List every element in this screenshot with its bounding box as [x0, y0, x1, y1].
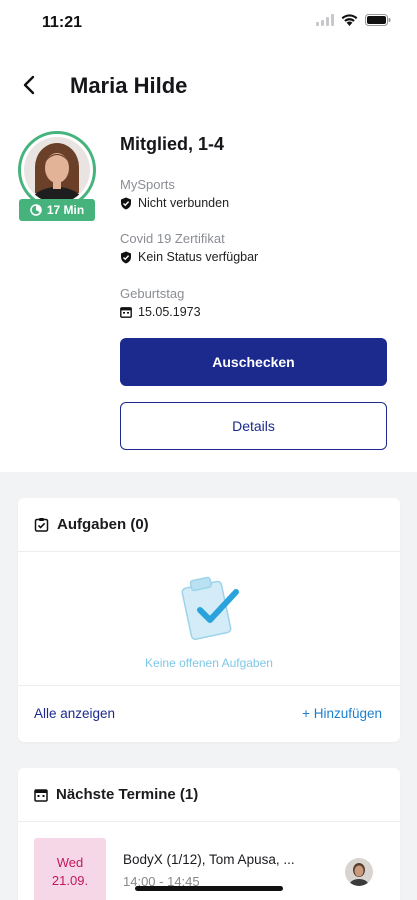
chevron-left-icon	[23, 75, 35, 95]
birthday-label: Geburtstag	[120, 286, 185, 301]
profile-section: 11:21 Maria Hilde 17 Min Mitglied, 1-4 M…	[0, 0, 417, 472]
appointments-card: Nächste Termine (1) Wed 21.09. BodyX (1/…	[18, 768, 400, 900]
show-all-tasks-link[interactable]: Alle anzeigen	[34, 706, 115, 721]
tasks-header: Aufgaben (0)	[18, 498, 400, 552]
membership-title: Mitglied, 1-4	[120, 134, 225, 154]
battery-icon	[365, 14, 391, 26]
covid-value: Kein Status verfügbar	[138, 250, 259, 264]
back-button[interactable]	[16, 72, 42, 98]
status-time: 11:21	[42, 14, 83, 31]
checkout-button[interactable]: Auschecken	[120, 338, 387, 386]
status-icons	[316, 14, 391, 26]
birthday-value: 15.05.1973	[138, 305, 201, 319]
tasks-footer: Alle anzeigen + Hinzufügen	[18, 686, 400, 742]
appointments-header: Nächste Termine (1)	[18, 768, 400, 822]
birthday-date: 15.05.1973	[120, 305, 201, 319]
member-avatar[interactable]	[18, 131, 96, 209]
shield-check-icon	[121, 197, 131, 209]
calendar-icon	[34, 788, 48, 802]
timer-icon	[30, 204, 42, 216]
appointment-day: Wed	[56, 855, 84, 870]
appointments-title: Nächste Termine (1)	[56, 786, 199, 803]
home-indicator	[135, 886, 283, 891]
page-title: Maria Hilde	[70, 73, 188, 98]
mysports-label: MySports	[120, 177, 175, 192]
mysports-value: Nicht verbunden	[138, 196, 230, 210]
avatar-photo	[24, 137, 90, 203]
status-bar: 11:21	[0, 0, 417, 44]
checklist-icon	[34, 518, 49, 532]
trainer-avatar	[345, 858, 373, 886]
tasks-empty-text: Keine offenen Aufgaben	[145, 656, 273, 670]
add-task-link[interactable]: + Hinzufügen	[302, 706, 382, 721]
calendar-icon	[120, 307, 132, 318]
tasks-card: Aufgaben (0) Keine offenen Aufgaben Alle…	[18, 498, 400, 742]
wifi-icon	[341, 14, 358, 26]
shield-check-icon	[121, 251, 131, 263]
page-header: Maria Hilde	[0, 62, 417, 108]
covid-status: Kein Status verfügbar	[120, 250, 258, 264]
mysports-status: Nicht verbunden	[120, 196, 229, 210]
appointment-date-box: Wed 21.09.	[34, 838, 106, 900]
signal-icon	[316, 14, 334, 26]
details-button[interactable]: Details	[120, 402, 387, 450]
tasks-title: Aufgaben (0)	[57, 516, 149, 533]
covid-label: Covid 19 Zertifikat	[120, 231, 225, 246]
clipboard-check-icon	[181, 576, 239, 640]
appointment-date: 21.09.	[51, 873, 89, 888]
appointment-title: BodyX (1/12), Tom Apusa, ...	[123, 852, 295, 867]
tasks-empty-state: Keine offenen Aufgaben	[18, 552, 400, 686]
checkin-timer-badge: 17 Min	[19, 199, 95, 221]
timer-label: 17 Min	[46, 203, 85, 217]
